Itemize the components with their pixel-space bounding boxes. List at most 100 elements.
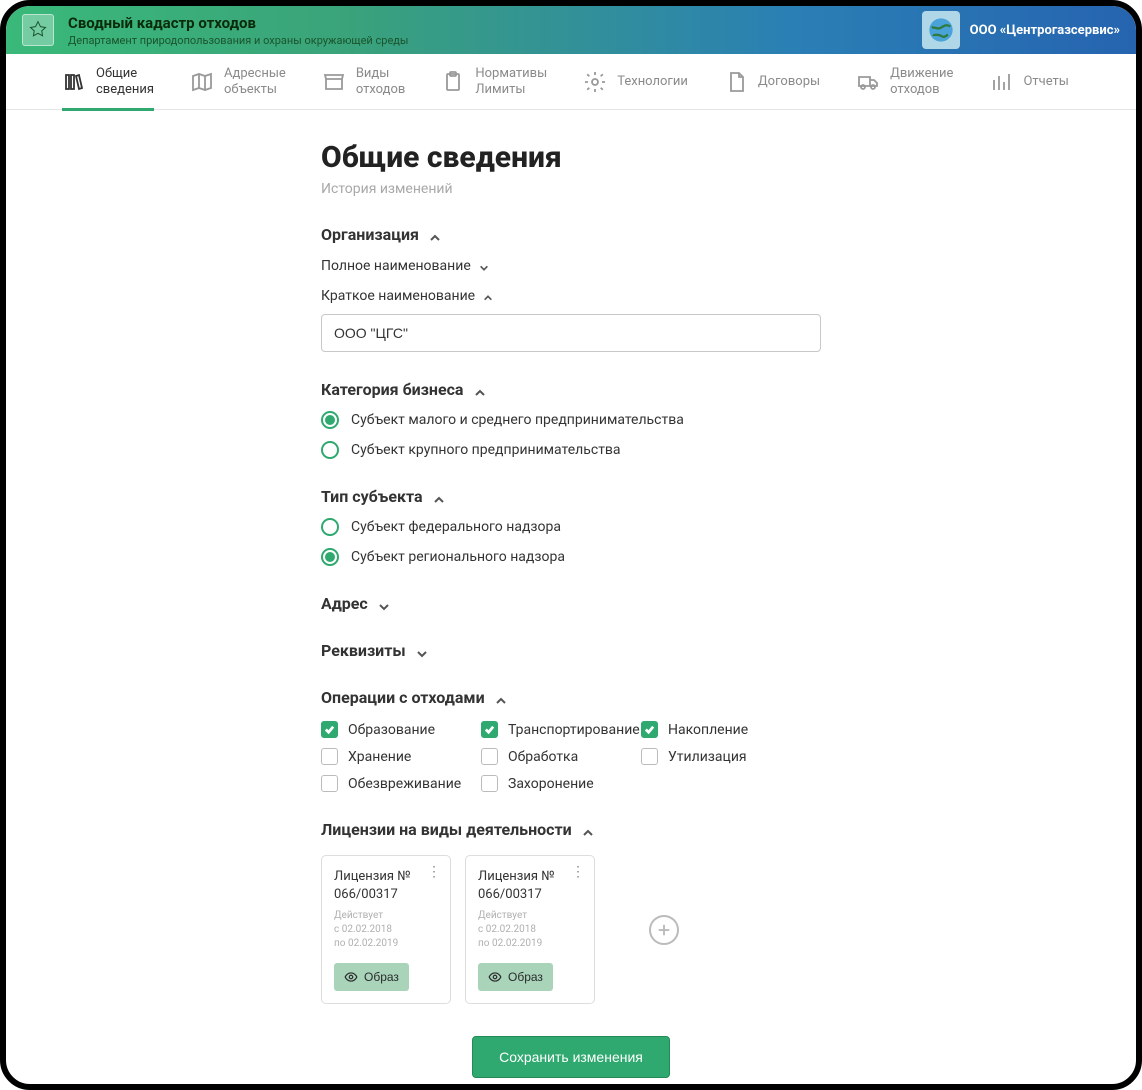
field-label: Полное наименование	[321, 258, 471, 274]
app-logo	[22, 14, 54, 46]
section-business-category[interactable]: Категория бизнеса	[321, 380, 821, 399]
chevron-up-icon	[495, 692, 507, 704]
checkbox-icon	[321, 748, 338, 765]
card-meta: Действуетс 02.02.2018по 02.02.2019	[478, 909, 582, 951]
radio-label: Субъект крупного предпринимательства	[351, 442, 621, 458]
card-menu-icon[interactable]: ⋮	[427, 864, 442, 880]
checkbox-icon	[481, 775, 498, 792]
chevron-up-icon	[474, 384, 486, 396]
nav-norms-limits[interactable]: НормативыЛимиты	[441, 52, 547, 111]
clipboard-icon	[441, 70, 465, 94]
card-meta: Действуетс 02.02.2018по 02.02.2019	[334, 909, 438, 951]
card-title: Лицензия № 066/00317	[334, 868, 438, 903]
checkbox-icon	[321, 721, 338, 738]
org-name[interactable]: ООО «Центрогазсервис»	[970, 23, 1120, 38]
check-6[interactable]: Обезвреживание	[321, 775, 481, 792]
checkbox-icon	[641, 721, 658, 738]
nav-waste-movement[interactable]: Движениеотходов	[856, 52, 953, 111]
section-subject-type[interactable]: Тип субъекта	[321, 487, 821, 506]
nav-label: Общие	[96, 66, 137, 81]
nav-contracts[interactable]: Договоры	[724, 56, 820, 108]
books-icon	[62, 70, 86, 94]
nav-label: объекты	[224, 82, 277, 97]
card-menu-icon[interactable]: ⋮	[571, 864, 586, 880]
check-2[interactable]: Накопление	[641, 721, 801, 738]
nav-label: Виды	[356, 66, 390, 81]
section-label: Организация	[321, 225, 419, 244]
checkbox-icon	[481, 721, 498, 738]
section-licenses[interactable]: Лицензии на виды деятельности	[321, 820, 821, 839]
page-title: Общие сведения	[321, 140, 821, 175]
chevron-up-icon	[483, 291, 493, 301]
check-label: Транспортирование	[508, 722, 640, 738]
section-label: Лицензии на виды деятельности	[321, 820, 572, 839]
section-organization[interactable]: Организация	[321, 225, 821, 244]
truck-icon	[856, 70, 880, 94]
radio-federal[interactable]: Субъект федерального надзора	[321, 518, 821, 536]
checkbox-icon	[321, 775, 338, 792]
nav-label: Лимиты	[475, 82, 525, 97]
main-nav: Общиесведения Адресныеобъекты Видыотходо…	[6, 54, 1136, 110]
app-header: Сводный кадастр отходов Департамент прир…	[6, 6, 1136, 54]
radio-small-medium[interactable]: Субъект малого и среднего предпринимател…	[321, 411, 821, 429]
nav-address-objects[interactable]: Адресныеобъекты	[190, 52, 286, 111]
section-requisites[interactable]: Реквизиты	[321, 641, 821, 660]
short-name-input[interactable]	[321, 314, 821, 352]
chevron-down-icon	[416, 645, 428, 657]
nav-label: отходов	[356, 82, 406, 97]
nav-label: сведения	[96, 82, 154, 97]
nav-label: отходов	[890, 82, 940, 97]
short-name-toggle[interactable]: Краткое наименование	[321, 288, 821, 304]
section-label: Операции с отходами	[321, 688, 485, 707]
add-license-button[interactable]	[649, 915, 679, 945]
chevron-down-icon	[479, 261, 489, 271]
check-3[interactable]: Хранение	[321, 748, 481, 765]
section-operations[interactable]: Операции с отходами	[321, 688, 821, 707]
card-title: Лицензия № 066/00317	[478, 868, 582, 903]
document-icon	[724, 70, 748, 94]
page-history-link[interactable]: История изменений	[321, 181, 821, 197]
nav-label: Адресные	[224, 66, 286, 81]
nav-label: Отчеты	[1023, 74, 1068, 90]
check-label: Обезвреживание	[348, 776, 461, 792]
chevron-down-icon	[378, 598, 390, 610]
check-5[interactable]: Утилизация	[641, 748, 801, 765]
radio-regional[interactable]: Субъект регионального надзора	[321, 548, 821, 566]
check-label: Обработка	[508, 749, 578, 765]
nav-label: Договоры	[758, 74, 820, 90]
section-address[interactable]: Адрес	[321, 594, 821, 613]
check-label: Накопление	[668, 722, 748, 738]
nav-reports[interactable]: Отчеты	[989, 56, 1068, 108]
radio-icon	[321, 548, 339, 566]
check-7[interactable]: Захоронение	[481, 775, 641, 792]
radio-label: Субъект малого и среднего предпринимател…	[351, 412, 684, 428]
checkbox-icon	[481, 748, 498, 765]
radio-large[interactable]: Субъект крупного предпринимательства	[321, 441, 821, 459]
app-subtitle: Департамент природопользования и охраны …	[68, 34, 922, 47]
nav-label: Движение	[890, 66, 953, 81]
nav-waste-types[interactable]: Видыотходов	[322, 52, 406, 111]
check-1[interactable]: Транспортирование	[481, 721, 641, 738]
view-image-button[interactable]: Образ	[478, 963, 553, 991]
map-icon	[190, 70, 214, 94]
radio-label: Субъект федерального надзора	[351, 519, 561, 535]
store-icon	[322, 70, 346, 94]
license-card: ⋮Лицензия № 066/00317 Действуетс 02.02.20…	[321, 855, 451, 1004]
nav-general-info[interactable]: Общиесведения	[62, 52, 154, 111]
chevron-up-icon	[582, 824, 594, 836]
save-button[interactable]: Сохранить изменения	[472, 1036, 670, 1078]
check-label: Хранение	[348, 749, 411, 765]
nav-technologies[interactable]: Технологии	[583, 56, 688, 108]
chevron-up-icon	[429, 229, 441, 241]
section-label: Тип субъекта	[321, 487, 423, 506]
check-0[interactable]: Образование	[321, 721, 481, 738]
full-name-toggle[interactable]: Полное наименование	[321, 258, 821, 274]
radio-icon	[321, 518, 339, 536]
chart-icon	[989, 70, 1013, 94]
check-4[interactable]: Обработка	[481, 748, 641, 765]
check-label: Утилизация	[668, 749, 747, 765]
nav-label: Нормативы	[475, 66, 547, 81]
view-image-button[interactable]: Образ	[334, 963, 409, 991]
radio-icon	[321, 411, 339, 429]
chevron-up-icon	[433, 491, 445, 503]
